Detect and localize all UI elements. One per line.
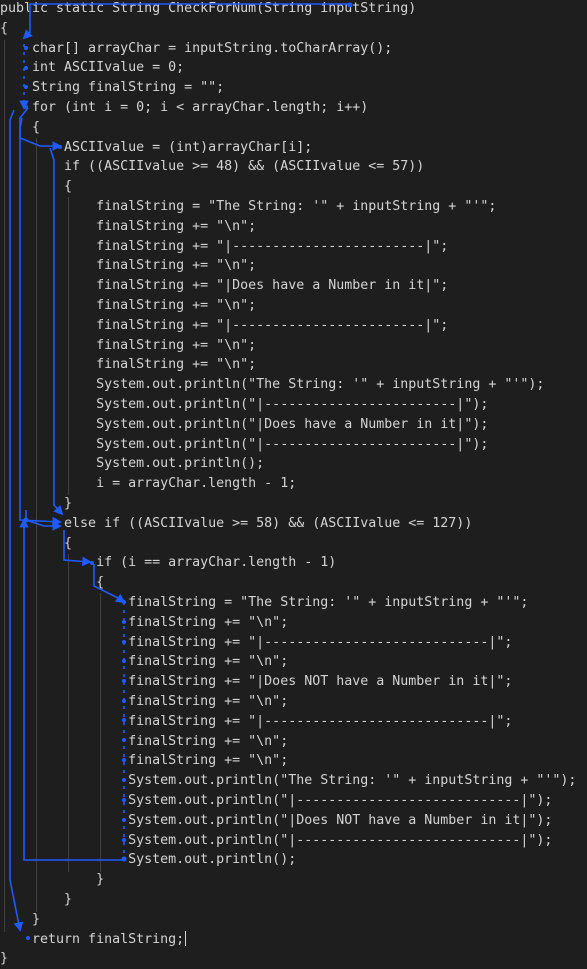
- code-line[interactable]: finalString += "\n";: [0, 355, 256, 375]
- code-line[interactable]: System.out.println("|Does NOT have a Num…: [0, 811, 552, 831]
- code-line[interactable]: finalString += "\n";: [0, 751, 288, 771]
- code-line[interactable]: return finalString;: [0, 930, 187, 950]
- code-line[interactable]: ASCIIvalue = (int)arrayChar[i];: [0, 138, 312, 158]
- code-line[interactable]: System.out.println("|Does have a Number …: [0, 415, 488, 435]
- code-line[interactable]: System.out.println("The String: '" + inp…: [0, 375, 544, 395]
- code-line[interactable]: System.out.println("|-------------------…: [0, 435, 488, 455]
- code-line[interactable]: String finalString = "";: [0, 78, 224, 98]
- code-line[interactable]: finalString += "|Does have a Number in i…: [0, 276, 448, 296]
- code-line[interactable]: System.out.println("|-------------------…: [0, 791, 552, 811]
- code-line[interactable]: {: [0, 573, 104, 593]
- code-line[interactable]: finalString += "|-----------------------…: [0, 633, 512, 653]
- code-line[interactable]: System.out.println("The String: '" + inp…: [0, 771, 576, 791]
- code-line[interactable]: }: [0, 870, 104, 890]
- text-cursor: [185, 931, 187, 947]
- code-line[interactable]: finalString += "\n";: [0, 613, 288, 633]
- code-line[interactable]: finalString += "|-----------------------…: [0, 237, 448, 257]
- code-line[interactable]: finalString += "\n";: [0, 296, 256, 316]
- code-line[interactable]: i = arrayChar.length - 1;: [0, 474, 296, 494]
- code-line[interactable]: System.out.println("|-------------------…: [0, 395, 488, 415]
- code-line[interactable]: System.out.println();: [0, 454, 264, 474]
- code-line[interactable]: char[] arrayChar = inputString.toCharArr…: [0, 39, 392, 59]
- code-line[interactable]: }: [0, 494, 72, 514]
- code-line[interactable]: }: [0, 890, 72, 910]
- code-line[interactable]: if (i == arrayChar.length - 1): [0, 553, 336, 573]
- code-line[interactable]: finalString += "\n";: [0, 336, 256, 356]
- code-line[interactable]: if ((ASCIIvalue >= 48) && (ASCIIvalue <=…: [0, 157, 424, 177]
- code-line[interactable]: }: [0, 949, 8, 969]
- code-line[interactable]: {: [0, 534, 72, 554]
- code-line[interactable]: }: [0, 910, 40, 930]
- code-line[interactable]: {: [0, 118, 40, 138]
- code-editor[interactable]: public static String CheckForNum(String …: [0, 0, 587, 966]
- code-line[interactable]: finalString += "\n";: [0, 732, 288, 752]
- code-line[interactable]: finalString = "The String: '" + inputStr…: [0, 197, 496, 217]
- code-line[interactable]: {: [0, 177, 72, 197]
- code-line[interactable]: finalString += "\n";: [0, 652, 288, 672]
- code-line[interactable]: for (int i = 0; i < arrayChar.length; i+…: [0, 98, 368, 118]
- code-line[interactable]: finalString += "\n";: [0, 217, 256, 237]
- code-line[interactable]: finalString = "The String: '" + inputStr…: [0, 593, 528, 613]
- code-line[interactable]: int ASCIIvalue = 0;: [0, 58, 184, 78]
- code-line[interactable]: System.out.println("|-------------------…: [0, 831, 552, 851]
- code-line[interactable]: finalString += "|Does NOT have a Number …: [0, 672, 512, 692]
- code-line[interactable]: finalString += "|-----------------------…: [0, 712, 512, 732]
- code-line[interactable]: {: [0, 19, 8, 39]
- code-line[interactable]: finalString += "\n";: [0, 256, 256, 276]
- code-line[interactable]: finalString += "|-----------------------…: [0, 316, 448, 336]
- code-line[interactable]: public static String CheckForNum(String …: [0, 0, 416, 19]
- code-line[interactable]: else if ((ASCIIvalue >= 58) && (ASCIIval…: [0, 514, 472, 534]
- code-line[interactable]: finalString += "\n";: [0, 692, 288, 712]
- code-line[interactable]: System.out.println();: [0, 850, 296, 870]
